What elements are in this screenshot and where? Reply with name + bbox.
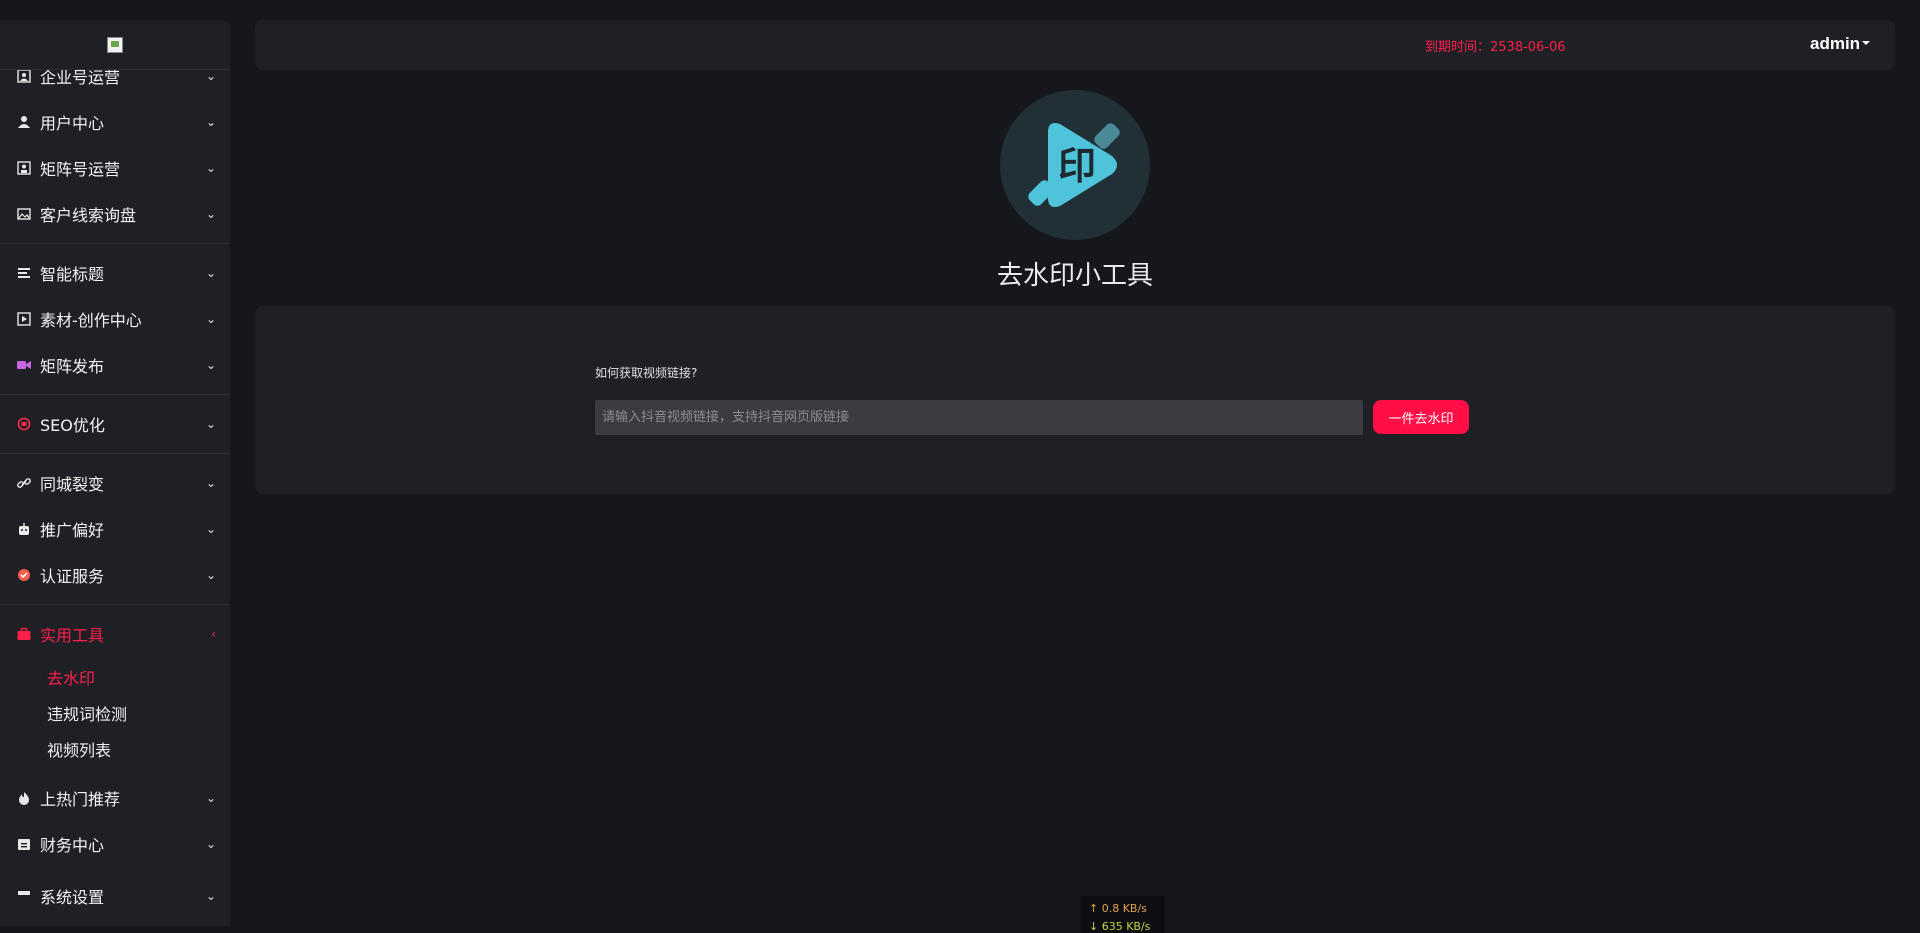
divider <box>0 394 230 395</box>
submenu-item-video-list[interactable]: 视频列表 <box>47 737 111 761</box>
submenu-item-word-check[interactable]: 违规词检测 <box>47 701 127 725</box>
certificate-icon <box>17 568 31 582</box>
user-menu[interactable]: admin <box>1810 34 1871 54</box>
sidebar-item-label: 矩阵发布 <box>40 357 105 376</box>
video-url-input[interactable] <box>595 400 1363 435</box>
chevron-down-icon: ⌄ <box>205 207 216 221</box>
sidebar-item-promotion-preference[interactable]: 推广偏好 ⌄ <box>0 509 230 549</box>
sidebar-item-label: 客户线索询盘 <box>40 206 137 225</box>
help-link[interactable]: 如何获取视频链接? <box>595 364 697 381</box>
caret-down-icon <box>1862 41 1871 45</box>
sidebar-item-settings[interactable]: 系统设置 ⌄ <box>0 876 230 916</box>
image-gallery-icon <box>17 207 31 221</box>
user-name: admin <box>1810 34 1861 53</box>
sidebar-item-label: 用户中心 <box>40 114 105 133</box>
enterprise-icon <box>17 69 31 83</box>
chevron-left-icon: ‹ <box>211 627 216 641</box>
settings-icon <box>17 889 31 903</box>
sidebar-item-utility-tools[interactable]: 实用工具 ‹ <box>0 614 230 654</box>
sidebar-item-label: 推广偏好 <box>40 521 105 540</box>
watermark-panel: 如何获取视频链接? 一件去水印 <box>255 306 1895 494</box>
sidebar-item-material-center[interactable]: 素材-创作中心 ⌄ <box>0 299 230 339</box>
upload-speed: ↑ 0.8 KB/s <box>1089 902 1147 915</box>
chevron-down-icon: ⌄ <box>205 161 216 175</box>
sidebar-item-customer-leads[interactable]: 客户线索询盘 ⌄ <box>0 194 230 234</box>
film-icon <box>17 312 31 326</box>
video-camera-icon <box>17 358 31 372</box>
chevron-down-icon: ⌄ <box>205 69 216 83</box>
sidebar-item-label: 实用工具 <box>40 626 105 645</box>
link-icon <box>17 476 31 490</box>
page-title: 去水印小工具 <box>996 261 1153 291</box>
chevron-down-icon: ⌄ <box>205 312 216 326</box>
chevron-down-icon: ⌄ <box>205 791 216 805</box>
sidebar-item-label: 认证服务 <box>40 567 105 586</box>
sidebar-logo[interactable] <box>0 20 230 70</box>
chevron-down-icon: ⌄ <box>205 889 216 903</box>
sidebar-item-matrix-publish[interactable]: 矩阵发布 ⌄ <box>0 345 230 385</box>
expire-date: 到期时间：2538-06-06 <box>1425 40 1566 55</box>
sidebar-item-label: 财务中心 <box>40 836 105 855</box>
chevron-down-icon: ⌄ <box>205 522 216 536</box>
download-speed: ↓ 635 KB/s <box>1089 920 1151 933</box>
chevron-down-icon: ⌄ <box>205 358 216 372</box>
sidebar-item-label: 上热门推荐 <box>40 790 121 809</box>
robot-icon <box>17 522 31 536</box>
sidebar-item-user-center[interactable]: 用户中心 ⌄ <box>0 102 230 142</box>
user-icon <box>17 115 31 129</box>
sidebar-item-finance[interactable]: 财务中心 ⌄ <box>0 824 230 864</box>
finance-icon <box>17 837 31 851</box>
chevron-down-icon: ⌄ <box>205 568 216 582</box>
sidebar-item-certification[interactable]: 认证服务 ⌄ <box>0 555 230 595</box>
fire-icon <box>17 791 31 805</box>
toolbox-icon <box>17 627 31 641</box>
seo-icon <box>17 417 31 431</box>
chevron-down-icon: ⌄ <box>205 115 216 129</box>
sidebar-item-label: 系统设置 <box>40 888 105 907</box>
chevron-down-icon: ⌄ <box>205 417 216 431</box>
watermark-logo-icon: 印 <box>1028 123 1120 207</box>
sidebar-item-local-fission[interactable]: 同城裂变 ⌄ <box>0 463 230 503</box>
remove-watermark-button[interactable]: 一件去水印 <box>1373 400 1469 434</box>
sidebar-item-label: 同城裂变 <box>40 475 105 494</box>
sidebar-item-seo[interactable]: SEO优化 ⌄ <box>0 404 230 444</box>
matrix-account-icon <box>17 161 31 175</box>
sidebar-item-label: 素材-创作中心 <box>40 311 142 330</box>
logo-char: 印 <box>1058 144 1096 188</box>
submenu-item-watermark-remover[interactable]: 去水印 <box>47 665 95 689</box>
broken-image-icon <box>107 36 123 53</box>
tool-logo: 印 <box>1000 90 1150 240</box>
divider <box>0 453 230 454</box>
chevron-down-icon: ⌄ <box>205 837 216 851</box>
sidebar-item-trending[interactable]: 上热门推荐 ⌄ <box>0 778 230 818</box>
divider <box>0 243 230 244</box>
sidebar-item-matrix-account[interactable]: 矩阵号运营 ⌄ <box>0 148 230 188</box>
chevron-down-icon: ⌄ <box>205 476 216 490</box>
sidebar-item-label: 矩阵号运营 <box>40 160 121 179</box>
network-speed-widget: ↑ 0.8 KB/s ↓ 635 KB/s <box>1081 896 1165 933</box>
sidebar: 企业号运营 ⌄ 用户中心 ⌄ 矩阵号运营 ⌄ 客户线索询盘 ⌄ 智能标题 ⌄ 素… <box>0 20 230 926</box>
sidebar-item-label: SEO优化 <box>40 416 105 435</box>
top-header: 到期时间：2538-06-06 admin <box>255 20 1895 70</box>
divider <box>0 604 230 605</box>
